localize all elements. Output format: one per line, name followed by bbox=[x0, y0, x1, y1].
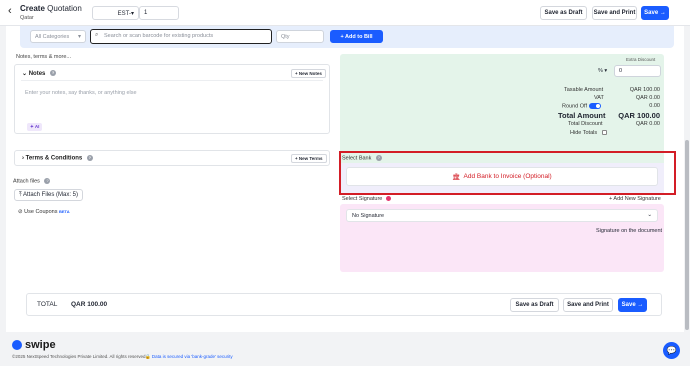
round-off-toggle[interactable] bbox=[588, 103, 601, 109]
coupon-icon: ⊘ bbox=[18, 209, 23, 215]
round-off-row: Round Off bbox=[562, 103, 601, 109]
taxable-amount-value: QAR 100.00 bbox=[629, 87, 660, 93]
help-icon: ? bbox=[50, 70, 57, 77]
new-notes-button[interactable]: + New Notes bbox=[291, 69, 326, 78]
chat-icon: 💬 bbox=[666, 346, 677, 355]
vat-label: VAT bbox=[594, 95, 604, 101]
chevron-down-icon: ⌄ bbox=[647, 212, 652, 218]
company-region: Qatar bbox=[20, 15, 34, 21]
signature-selected-value: No Signature bbox=[352, 213, 385, 219]
chevron-down-icon: ⌄ bbox=[22, 71, 28, 77]
prefix-value: EST- bbox=[117, 11, 131, 17]
swipe-logo-icon bbox=[12, 340, 22, 350]
discount-type-select[interactable]: % ▾ bbox=[598, 68, 607, 74]
search-icon: ⌕ bbox=[95, 32, 99, 38]
security-note-text: Data is secured via 'bank-grade' securit… bbox=[151, 354, 233, 359]
signature-select[interactable]: No Signature ⌄ bbox=[346, 209, 658, 222]
extra-discount-label: Extra Discount bbox=[626, 57, 656, 62]
total-discount-value: QAR 0.00 bbox=[635, 121, 660, 127]
category-placeholder: All Categories bbox=[35, 34, 70, 40]
attach-files-text: Attach files bbox=[13, 178, 40, 185]
signature-panel: No Signature ⌄ Signature on the document bbox=[340, 204, 664, 272]
save-print-button[interactable]: Save and Print bbox=[563, 298, 613, 312]
help-icon: ? bbox=[44, 178, 51, 184]
product-search-bar: All Categories ▾ ⌕ Search or scan barcod… bbox=[20, 26, 674, 48]
bank-highlight-outline bbox=[339, 151, 676, 195]
hide-totals-checkbox[interactable] bbox=[601, 130, 607, 136]
main-content: All Categories ▾ ⌕ Search or scan barcod… bbox=[6, 26, 684, 332]
round-off-value: 0.00 bbox=[649, 103, 660, 109]
upload-icon: ⤒ bbox=[19, 192, 22, 198]
use-coupons-label: Use Coupons bbox=[24, 209, 58, 215]
ai-label: AI bbox=[34, 124, 40, 129]
notes-title-label: Notes bbox=[28, 71, 46, 77]
terms-title-label: Terms & Conditions bbox=[25, 155, 83, 162]
chevron-down-icon: ▾ bbox=[77, 34, 81, 40]
back-arrow-icon[interactable]: ‹ bbox=[8, 5, 12, 17]
total-discount-label: Total Discount bbox=[568, 121, 603, 127]
terms-panel: › Terms & Conditions ? + New Terms bbox=[14, 150, 330, 166]
notes-section-heading: Notes, terms & more... bbox=[16, 54, 72, 60]
chevron-down-icon: ▾ bbox=[604, 68, 608, 74]
ai-assist-button[interactable]: ✦ AI bbox=[27, 123, 43, 131]
attach-files-button-label: Attach Files (Max: 5) bbox=[23, 192, 79, 198]
attach-files-button[interactable]: ⤒ Attach Files (Max: 5) bbox=[14, 189, 84, 201]
hide-totals-label: Hide Totals bbox=[570, 130, 598, 136]
save-draft-button[interactable]: Save as Draft bbox=[510, 298, 559, 312]
product-search-input[interactable]: ⌕ Search or scan barcode for existing pr… bbox=[90, 29, 272, 44]
taxable-amount-label: Taxable Amount bbox=[564, 87, 604, 93]
select-signature-text: Select Signature bbox=[342, 196, 383, 202]
save-draft-button[interactable]: Save as Draft bbox=[540, 6, 587, 20]
extra-discount-input[interactable]: 0 bbox=[614, 65, 661, 77]
sparkle-icon: ✦ bbox=[30, 124, 34, 129]
chevron-right-icon: › bbox=[22, 155, 24, 162]
new-terms-button[interactable]: + New Terms bbox=[291, 154, 327, 163]
page-title-main: Create bbox=[20, 4, 45, 13]
save-button[interactable]: Save → bbox=[641, 6, 669, 20]
total-value: QAR 100.00 bbox=[71, 301, 108, 308]
scrollbar-thumb[interactable] bbox=[685, 140, 689, 330]
attach-files-label: Attach files ? bbox=[13, 178, 51, 185]
category-select[interactable]: All Categories ▾ bbox=[30, 30, 86, 43]
document-number-input[interactable]: 1 bbox=[139, 6, 179, 20]
prefix-select[interactable]: EST-▾ bbox=[92, 6, 139, 20]
copyright-text: ©2025 NextSpeed Technologies Private Lim… bbox=[12, 354, 147, 359]
signature-caption: Signature on the document bbox=[596, 228, 663, 234]
round-off-label: Round Off bbox=[562, 103, 587, 110]
top-bar: ‹ Create Quotation Qatar EST-▾ 1 Save as… bbox=[0, 0, 690, 26]
info-icon bbox=[385, 196, 391, 202]
help-icon: ? bbox=[86, 155, 93, 161]
save-button[interactable]: Save → bbox=[618, 298, 647, 312]
notes-panel: ⌄ Notes ? + New Notes Enter your notes, … bbox=[14, 64, 330, 134]
swipe-logo: swipe bbox=[12, 339, 56, 351]
total-bar: TOTAL QAR 100.00 Save as Draft Save and … bbox=[26, 293, 662, 316]
select-signature-label: Select Signature bbox=[342, 196, 391, 202]
beta-badge: BETA bbox=[59, 209, 70, 214]
page-title: Create Quotation bbox=[20, 4, 82, 13]
product-search-placeholder: Search or scan barcode for existing prod… bbox=[104, 33, 214, 39]
use-coupons-link[interactable]: ⊘ Use Coupons BETA bbox=[18, 209, 70, 215]
notes-title[interactable]: ⌄ Notes ? bbox=[22, 70, 57, 77]
document-type-label: Quotation bbox=[47, 4, 82, 13]
lock-icon: 🔒 bbox=[145, 354, 151, 359]
chat-support-button[interactable]: 💬 bbox=[663, 342, 680, 359]
vat-value: QAR 0.00 bbox=[635, 95, 660, 101]
hide-totals-row: Hide Totals bbox=[570, 130, 607, 136]
save-print-button[interactable]: Save and Print bbox=[592, 6, 637, 20]
security-note[interactable]: 🔒 Data is secured via 'bank-grade' secur… bbox=[145, 354, 233, 360]
notes-textarea[interactable]: Enter your notes, say thanks, or anythin… bbox=[25, 90, 137, 96]
brand-name: swipe bbox=[25, 339, 56, 351]
add-to-bill-button[interactable]: + Add to Bill bbox=[330, 30, 383, 43]
terms-title[interactable]: › Terms & Conditions ? bbox=[22, 155, 93, 162]
total-amount-value: QAR 100.00 bbox=[618, 111, 660, 120]
chevron-down-icon: ▾ bbox=[130, 11, 134, 17]
divider bbox=[21, 80, 323, 81]
discount-type-value: % bbox=[598, 68, 603, 74]
total-label: TOTAL bbox=[37, 301, 58, 308]
qty-input[interactable]: Qty bbox=[276, 30, 324, 43]
add-new-signature-link[interactable]: + Add New Signature bbox=[609, 196, 661, 202]
